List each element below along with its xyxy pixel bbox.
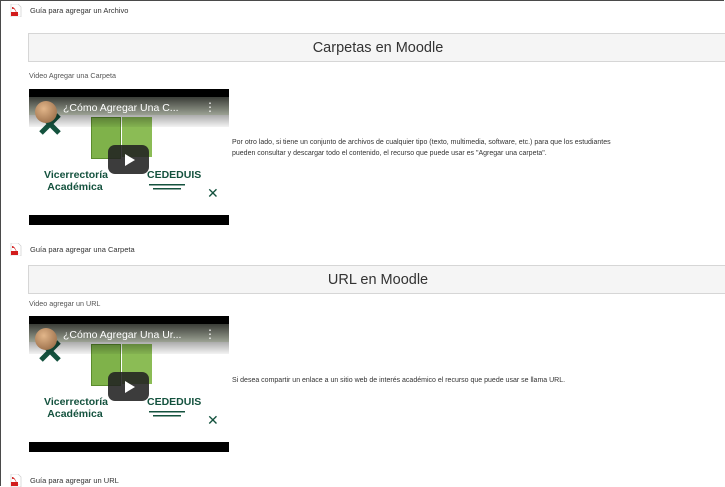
x-mark-icon: ✕ [207,185,219,201]
pdf-icon [10,243,22,256]
channel-avatar [35,328,57,350]
resource-link-carpeta-guide[interactable]: Guía para agregar una Carpeta [10,243,135,256]
resource-link-label: Guía para agregar un URL [30,476,119,485]
video-player-url[interactable]: Vicerrectoría Académica CEDEDUIS ✕ ¿Cómo … [29,316,229,452]
pdf-icon [10,4,22,17]
section-description: Si desea compartir un enlace a un sitio … [232,377,566,384]
section-heading-text: URL en Moodle [327,271,429,288]
cededuis-subtitle-decoration [149,183,189,193]
resource-link-label: Guía para agregar una Carpeta [30,245,135,254]
kebab-menu-icon[interactable]: ⋮ [204,327,216,341]
cededuis-subtitle-decoration [149,410,189,420]
resource-link-archivo-guide[interactable]: Guía para agregar un Archivo [10,4,128,17]
play-button[interactable] [108,145,149,174]
play-button[interactable] [108,372,149,401]
video-title: ¿Cómo Agregar Una Ur... [63,329,182,341]
video-title: ¿Cómo Agregar Una C... [63,102,179,114]
vicerrectoria-label: Vicerrectoría Académica [44,169,109,193]
channel-avatar [35,101,57,123]
resource-link-url-guide[interactable]: Guía para agregar un URL [10,474,119,487]
video-label: Video agregar un URL [29,299,101,308]
pdf-icon [10,474,22,487]
video-player-carpeta[interactable]: Vicerrectoría Académica CEDEDUIS ✕ ¿Cómo … [29,89,229,225]
x-mark-icon: ✕ [207,412,219,428]
cededuis-logo-text: CEDEDUIS [147,169,202,181]
video-label: Video Agregar una Carpeta [29,71,116,80]
section-description: Por otro lado, si tiene un conjunto de a… [232,139,611,157]
section-heading-text: Carpetas en Moodle [312,39,444,56]
section-heading-carpetas: Carpetas en Moodle [28,33,725,62]
cededuis-logo-text: CEDEDUIS [147,396,202,408]
vicerrectoria-label: Vicerrectoría Académica [44,396,109,420]
kebab-menu-icon[interactable]: ⋮ [204,100,216,114]
resource-link-label: Guía para agregar un Archivo [30,6,129,15]
section-heading-url: URL en Moodle [28,265,725,294]
